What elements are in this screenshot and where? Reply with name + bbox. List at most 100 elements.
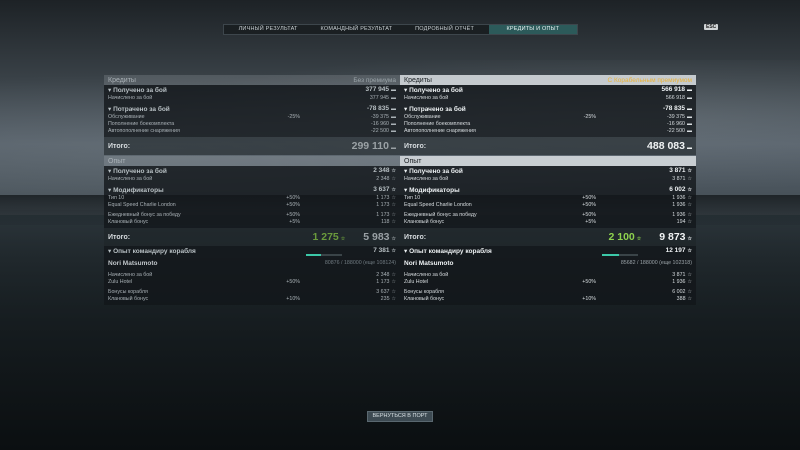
cmdr-accrued-value: 2 348 [376, 271, 390, 278]
cmdr-section[interactable]: Опыт командиру корабля 12 197☆ [404, 246, 692, 255]
xp-accrued-label: Начислено за бой [404, 175, 449, 182]
xp-earned-section[interactable]: Получено за бой 3 871☆ [404, 166, 692, 175]
earned-section[interactable]: Получено за бой 566 918▬ [404, 85, 692, 94]
spent-section[interactable]: Потрачено за бой -78 835▬ [108, 104, 396, 113]
total-label: Итого: [108, 142, 131, 150]
star-icon: ☆ [391, 168, 396, 174]
earned-value: 566 918 [661, 86, 686, 93]
service-pct: -25% [287, 113, 300, 120]
commander-xp: 80876 / 188000 (еще 108124) [324, 260, 396, 266]
zulu-label: Zulu Hotel [404, 278, 429, 285]
xp-header: Опыт [104, 156, 400, 166]
ammo-value: -16 960 [667, 120, 685, 127]
credits-icon: ▬ [391, 145, 396, 151]
daily-pct: +50% [582, 211, 596, 218]
premium-tag: Без премиума [353, 76, 396, 84]
list-item: Ежедневный бонус за победу +50% 1 173 ☆ [108, 211, 396, 218]
cmdr-clan-pct: +10% [582, 295, 596, 302]
tab-bar: ЛИЧНЫЙ РЕЗУЛЬТАТ КОМАНДНЫЙ РЕЗУЛЬТАТ ПОД… [223, 24, 578, 35]
star-icon: ☆ [687, 168, 692, 174]
spent-label: Потрачено за бой [108, 105, 336, 113]
earned-label: Получено за бой [108, 86, 336, 94]
commander-name[interactable]: Nori Matsumoto [404, 260, 453, 267]
credits-title: Кредиты [108, 76, 136, 84]
credits-icon: ▬ [687, 94, 692, 101]
mods-section[interactable]: Модификаторы 3 637☆ [108, 185, 396, 194]
star-icon: ☆ [391, 175, 396, 182]
consum-label: Автопополнение снаряжения [404, 127, 476, 134]
tab-team[interactable]: КОМАНДНЫЙ РЕЗУЛЬТАТ [312, 25, 400, 34]
tier-label: Тип 10 [108, 194, 125, 201]
daily-label: Ежедневный бонус за победу [404, 211, 477, 218]
credits-total: Итого: 488 083 ▬ [400, 137, 696, 155]
earned-section[interactable]: Получено за бой 377 945▬ [108, 85, 396, 94]
star-icon: ☆ [687, 271, 692, 278]
commander-name[interactable]: Nori Matsumoto [108, 260, 157, 267]
tab-credits-xp[interactable]: КРЕДИТЫ И ОПЫТ [488, 25, 577, 34]
list-item: Equal Speed Charlie London +50% 1 936 ☆ [404, 201, 692, 208]
flag-pct: +50% [286, 201, 300, 208]
xp-earned-label: Получено за бой [404, 167, 632, 175]
list-item: Начислено за бой 3 871 ☆ [404, 271, 692, 278]
xp-total-value: 9 873 [659, 231, 686, 243]
list-item: Начислено за бой 566 918 ▬ [404, 94, 692, 101]
cmdr-accrued-value: 3 871 [672, 271, 686, 278]
esc-hint[interactable]: ESC [704, 24, 719, 30]
xp-total-label: Итого: [404, 233, 427, 241]
xp-earned-value: 2 348 [373, 167, 390, 174]
credits-icon: ▬ [391, 87, 396, 93]
tab-personal[interactable]: ЛИЧНЫЙ РЕЗУЛЬТАТ [224, 25, 312, 34]
cmdr-section[interactable]: Опыт командиру корабля 7 381☆ [108, 246, 396, 255]
credits-icon: ▬ [391, 127, 396, 134]
credits-panel: Получено за бой 377 945▬ Начислено за бо… [104, 85, 400, 137]
credits-icon: ▬ [687, 87, 692, 93]
cmdr-label: Опыт командиру корабля [404, 247, 632, 255]
list-item: Клановый бонус +5% 194 ☆ [404, 218, 692, 225]
credits-icon: ▬ [687, 127, 692, 134]
xp-total: Итого: 2 100 ☆ 9 873 ☆ [400, 228, 696, 246]
column-no-premium: Кредиты Без премиума Получено за бой 377… [104, 75, 400, 305]
list-item: Начислено за бой 3 871 ☆ [404, 175, 692, 182]
credits-icon: ▬ [687, 106, 692, 112]
commander-xp: 85682 / 188000 (еще 102318) [620, 260, 692, 266]
spent-value: -78 835 [366, 105, 389, 112]
free-xp-icon: ☆ [636, 236, 642, 242]
mods-label: Модификаторы [404, 186, 632, 194]
zulu-value: 1 936 [672, 278, 686, 285]
list-item: Бонусы корабля 3 637 ☆ [108, 288, 396, 295]
accrued-label: Начислено за бой [108, 94, 153, 101]
xp-total: Итого: 1 275 ☆ 5 983 ☆ [104, 228, 400, 246]
clan-label: Клановый бонус [108, 218, 149, 225]
list-item: Начислено за бой 377 945 ▬ [108, 94, 396, 101]
commander-panel: Опыт командиру корабля 7 381☆ Nori Matsu… [104, 246, 400, 305]
star-icon: ☆ [391, 194, 396, 201]
credits-total: Итого: 299 110 ▬ [104, 137, 400, 155]
star-icon: ☆ [391, 187, 396, 193]
star-icon: ☆ [687, 211, 692, 218]
total-credits: 488 083 [647, 140, 685, 152]
return-to-port-button[interactable]: ВЕРНУТЬСЯ В ПОРТ [367, 411, 433, 422]
list-item: Клановый бонус +10% 388 ☆ [404, 295, 692, 302]
list-item: Zulu Hotel +50% 1 936 ☆ [404, 278, 692, 285]
xp-accrued-value: 2 348 [376, 175, 390, 182]
list-item: Пополнение боекомплекта -16 960 ▬ [108, 120, 396, 127]
xp-earned-section[interactable]: Получено за бой 2 348☆ [108, 166, 396, 175]
tab-detailed[interactable]: ПОДРОБНЫЙ ОТЧЁТ [401, 25, 489, 34]
service-label: Обслуживание [108, 113, 145, 120]
tier-pct: +50% [582, 194, 596, 201]
xp-panel: Получено за бой 2 348☆ Начислено за бой … [104, 166, 400, 228]
premium-tag: С Корабельным премиумом [607, 76, 692, 84]
credits-header: Кредиты С Корабельным премиумом [400, 75, 696, 85]
star-icon: ☆ [391, 271, 396, 278]
consum-value: -22 500 [667, 127, 685, 134]
total-label: Итого: [404, 142, 427, 150]
total-credits: 299 110 [351, 140, 389, 152]
clan-pct: +5% [289, 218, 300, 225]
tier-label: Тип 10 [404, 194, 421, 201]
daily-value: 1 936 [672, 211, 686, 218]
spent-section[interactable]: Потрачено за бой -78 835▬ [404, 104, 692, 113]
mods-section[interactable]: Модификаторы 6 002☆ [404, 185, 692, 194]
star-icon: ☆ [687, 288, 692, 295]
zulu-value: 1 173 [376, 278, 390, 285]
service-pct: -25% [583, 113, 596, 120]
